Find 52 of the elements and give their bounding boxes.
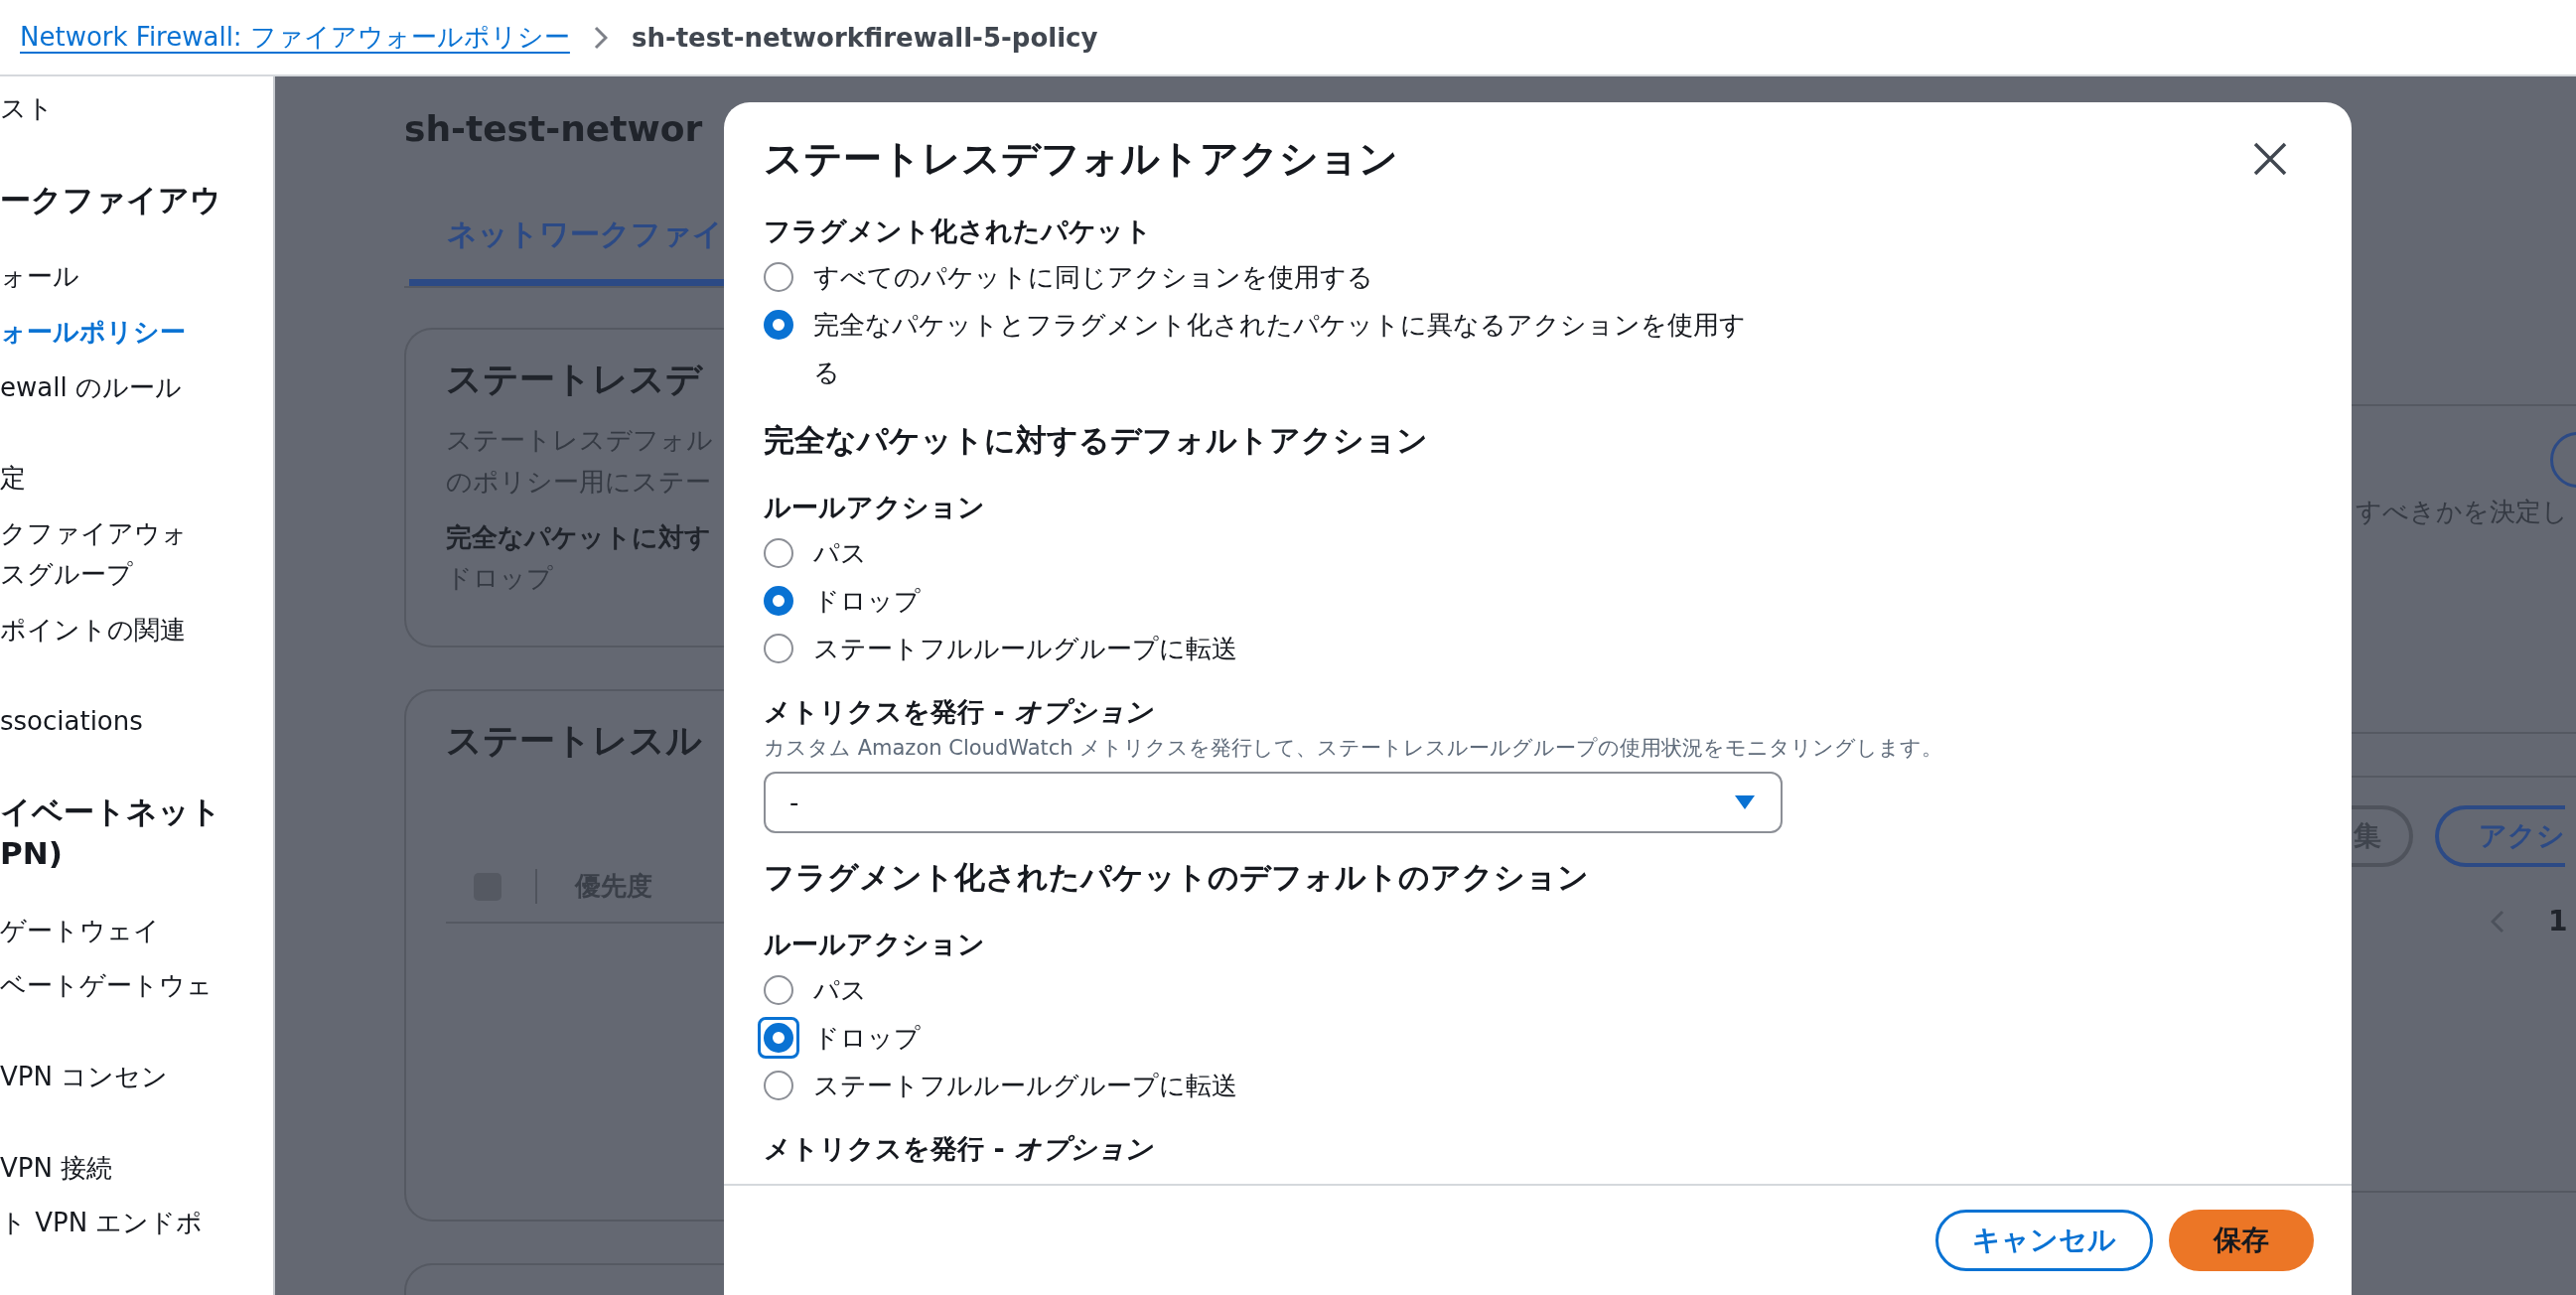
nav-link[interactable]: ォールポリシー bbox=[0, 312, 186, 354]
nav-link[interactable]: ssociations bbox=[0, 700, 143, 743]
radio-label[interactable]: ドロップ bbox=[813, 1014, 921, 1062]
radio-button[interactable] bbox=[764, 1023, 793, 1053]
section-heading: 完全なパケットに対するデフォルトアクション bbox=[764, 421, 1429, 460]
radio-label[interactable]: 完全なパケットとフラグメント化されたパケットに異なるアクションを使用する bbox=[813, 301, 1747, 396]
nav-link[interactable]: VPN 接続 bbox=[0, 1147, 113, 1190]
card-heading: ステートレスル bbox=[446, 719, 703, 763]
nav-link[interactable]: スト bbox=[0, 88, 54, 130]
nav-link[interactable]: ewall のルール bbox=[0, 366, 182, 409]
field-label: ルールアクション bbox=[764, 928, 986, 961]
radio-button[interactable] bbox=[764, 975, 793, 1005]
nav-link[interactable]: VPN コンセン bbox=[0, 1057, 169, 1098]
nav-link[interactable]: ベートゲートウェ bbox=[0, 965, 213, 1008]
caret-down-icon bbox=[1735, 795, 1755, 809]
radio-label[interactable]: パス bbox=[813, 966, 867, 1014]
radio-label[interactable]: ステートフルルールグループに転送 bbox=[813, 625, 1237, 672]
nav-section-header[interactable]: イベートネット PN) bbox=[0, 791, 221, 875]
radio-button[interactable] bbox=[764, 262, 793, 292]
card-heading: ステートレスデ bbox=[446, 358, 704, 401]
breadcrumb-link[interactable]: Network Firewall: ファイアウォールポリシー bbox=[20, 20, 570, 55]
save-button[interactable]: 保存 bbox=[2169, 1210, 2314, 1271]
breadcrumb-current: sh-test-networkfirewall-5-policy bbox=[631, 22, 1098, 53]
field-label: 完全なパケットに対す bbox=[446, 521, 712, 555]
radio-button[interactable] bbox=[764, 538, 793, 568]
page-title: sh-test-networ bbox=[404, 108, 704, 149]
nav-section-header[interactable]: ークファイアウ bbox=[0, 179, 221, 221]
field-label: ルールアクション bbox=[764, 491, 986, 524]
radio-label[interactable]: パス bbox=[813, 529, 867, 577]
nav-link[interactable]: 定 bbox=[0, 458, 26, 500]
field-label: メトリクスを発行 - オプション bbox=[764, 695, 1154, 729]
section-heading: フラグメント化されたパケットのデフォルトのアクション bbox=[764, 858, 1590, 897]
radio-label[interactable]: ドロップ bbox=[813, 577, 921, 625]
nav-link[interactable]: クファイアウォ スグループ bbox=[0, 512, 188, 596]
dialog-title: ステートレスデフォルトアクション bbox=[764, 135, 1398, 183]
radio-button[interactable] bbox=[764, 1071, 793, 1100]
field-description: カスタム Amazon CloudWatch メトリクスを発行して、ステートレスルールグループの使用状況をモニタリングします。 bbox=[764, 735, 1944, 762]
select-field[interactable]: - bbox=[764, 772, 1783, 833]
radio-label[interactable]: ステートフルルールグループに転送 bbox=[813, 1062, 1237, 1109]
radio-label[interactable]: すべてのパケットに同じアクションを使用する bbox=[813, 253, 1373, 301]
nav-link[interactable]: ト VPN エンドポ bbox=[0, 1203, 204, 1244]
radio-button[interactable] bbox=[764, 310, 793, 340]
radio-button[interactable] bbox=[764, 586, 793, 616]
nav-link[interactable]: ゲートウェイ bbox=[0, 910, 160, 952]
radio-button[interactable] bbox=[764, 634, 793, 663]
nav-link[interactable]: ポイントの関連 bbox=[0, 610, 186, 651]
chevron-right-icon bbox=[593, 25, 608, 50]
field-label: フラグメント化されたパケット bbox=[764, 215, 1153, 248]
close-icon[interactable] bbox=[2252, 141, 2288, 177]
field-label: メトリクスを発行 - オプション bbox=[764, 1132, 1154, 1166]
cancel-button[interactable]: キャンセル bbox=[1935, 1210, 2153, 1271]
nav-link[interactable]: ォール bbox=[0, 256, 79, 299]
